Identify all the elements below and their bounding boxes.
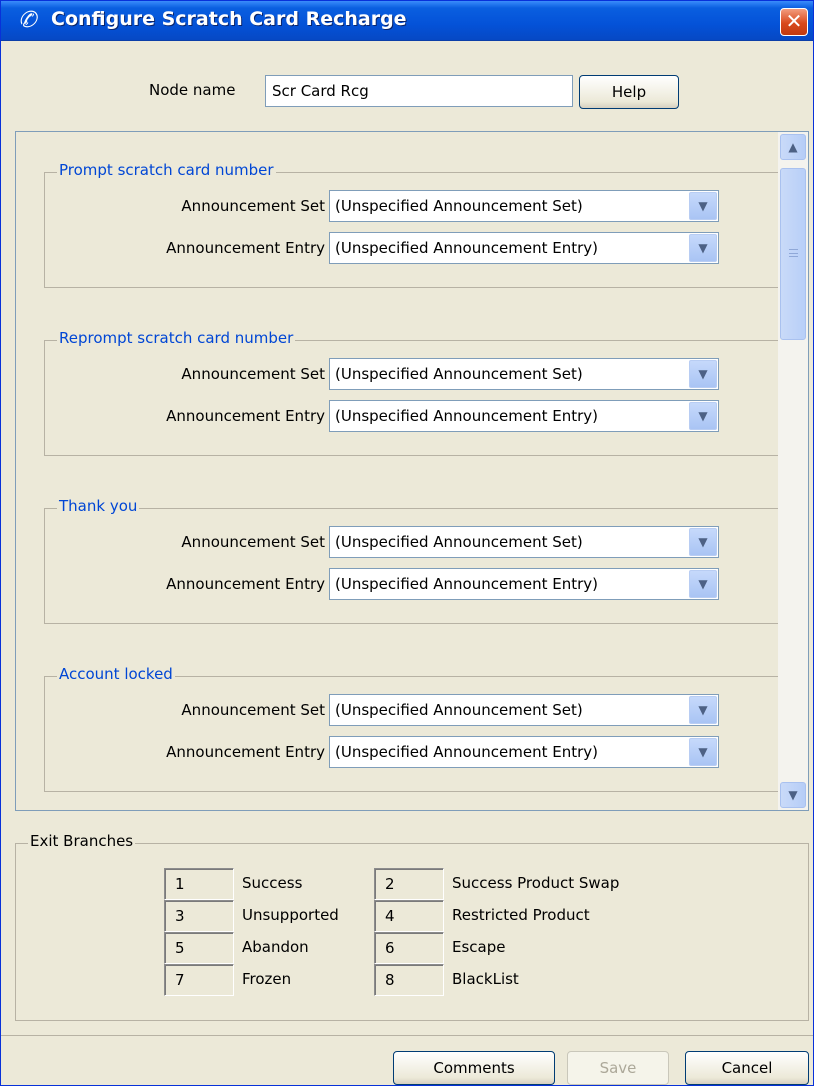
branch-label: Restricted Product [452, 906, 590, 924]
announcement-entry-label: Announcement Entry [166, 743, 325, 761]
announcement-set-value: (Unspecified Announcement Set) [335, 701, 583, 719]
announcement-entry-select[interactable]: (Unspecified Announcement Entry) ▼ [329, 736, 719, 768]
footer-divider [1, 1035, 813, 1036]
chevron-down-icon[interactable]: ▼ [689, 738, 717, 766]
announcement-set-select[interactable]: (Unspecified Announcement Set) ▼ [329, 190, 719, 222]
phone-handset-icon: ✆ [18, 8, 37, 33]
exit-branches-title: Exit Branches [28, 832, 136, 850]
announcement-entry-select[interactable]: (Unspecified Announcement Entry) ▼ [329, 400, 719, 432]
section-title: Thank you [57, 497, 140, 515]
announcement-entry-select[interactable]: (Unspecified Announcement Entry) ▼ [329, 232, 719, 264]
announcement-entry-select[interactable]: (Unspecified Announcement Entry) ▼ [329, 568, 719, 600]
section-title: Reprompt scratch card number [57, 329, 296, 347]
close-icon: ✕ [785, 9, 803, 33]
node-name-input[interactable] [265, 75, 573, 107]
announcement-entry-value: (Unspecified Announcement Entry) [335, 239, 598, 257]
cancel-button[interactable]: Cancel [685, 1051, 809, 1085]
close-button[interactable]: ✕ [780, 8, 808, 36]
branch-number: 3 [164, 900, 234, 932]
chevron-down-icon[interactable]: ▼ [780, 782, 806, 808]
section-prompt-scratch-card-number: Prompt scratch card number Announcement … [44, 161, 784, 288]
chevron-down-icon[interactable]: ▼ [689, 696, 717, 724]
announcements-scroll-pane[interactable]: Prompt scratch card number Announcement … [15, 131, 809, 811]
vertical-scrollbar[interactable]: ▲ ▼ [778, 132, 808, 810]
branch-label: Success Product Swap [452, 874, 620, 892]
help-button[interactable]: Help [579, 75, 679, 109]
announcement-set-label: Announcement Set [181, 701, 325, 719]
save-button[interactable]: Save [567, 1051, 669, 1085]
announcement-entry-label: Announcement Entry [166, 239, 325, 257]
branch-number: 1 [164, 868, 234, 900]
chevron-down-icon[interactable]: ▼ [689, 234, 717, 262]
branch-label: Escape [452, 938, 506, 956]
section-thank-you: Thank you Announcement Set (Unspecified … [44, 497, 784, 624]
announcement-set-value: (Unspecified Announcement Set) [335, 533, 583, 551]
section-account-locked: Account locked Announcement Set (Unspeci… [44, 665, 784, 792]
branch-number: 6 [374, 932, 444, 964]
branch-number: 2 [374, 868, 444, 900]
chevron-down-icon[interactable]: ▼ [689, 192, 717, 220]
branch-number: 8 [374, 964, 444, 996]
branch-label: Success [242, 874, 303, 892]
chevron-down-icon[interactable]: ▼ [689, 360, 717, 388]
chevron-down-icon[interactable]: ▼ [689, 402, 717, 430]
announcement-entry-value: (Unspecified Announcement Entry) [335, 743, 598, 761]
announcement-entry-label: Announcement Entry [166, 407, 325, 425]
branch-label: Abandon [242, 938, 309, 956]
section-title: Prompt scratch card number [57, 161, 276, 179]
comments-button[interactable]: Comments [393, 1051, 555, 1085]
exit-branches-group: Exit Branches 1 Success 2 Success Produc… [15, 832, 809, 1021]
window-title: Configure Scratch Card Recharge [51, 8, 407, 30]
branch-number: 7 [164, 964, 234, 996]
branch-label: Frozen [242, 970, 292, 988]
announcement-entry-label: Announcement Entry [166, 575, 325, 593]
announcement-set-select[interactable]: (Unspecified Announcement Set) ▼ [329, 526, 719, 558]
announcement-set-select[interactable]: (Unspecified Announcement Set) ▼ [329, 358, 719, 390]
section-title: Account locked [57, 665, 175, 683]
node-name-label: Node name [149, 81, 236, 99]
chevron-down-icon[interactable]: ▼ [689, 528, 717, 556]
announcement-set-label: Announcement Set [181, 533, 325, 551]
announcement-entry-value: (Unspecified Announcement Entry) [335, 575, 598, 593]
announcement-entry-value: (Unspecified Announcement Entry) [335, 407, 598, 425]
branch-number: 5 [164, 932, 234, 964]
announcement-set-value: (Unspecified Announcement Set) [335, 365, 583, 383]
announcement-set-label: Announcement Set [181, 365, 325, 383]
title-bar[interactable]: ✆ Configure Scratch Card Recharge ✕ [1, 1, 813, 41]
branch-label: Unsupported [242, 906, 339, 924]
chevron-down-icon[interactable]: ▼ [689, 570, 717, 598]
chevron-up-icon[interactable]: ▲ [780, 134, 806, 160]
dialog-window: ✆ Configure Scratch Card Recharge ✕ Node… [0, 0, 814, 1086]
announcement-set-select[interactable]: (Unspecified Announcement Set) ▼ [329, 694, 719, 726]
announcement-set-value: (Unspecified Announcement Set) [335, 197, 583, 215]
branch-number: 4 [374, 900, 444, 932]
grip-icon [789, 249, 798, 257]
branch-label: BlackList [452, 970, 519, 988]
scrollbar-thumb[interactable] [780, 168, 806, 340]
section-reprompt-scratch-card-number: Reprompt scratch card number Announcemen… [44, 329, 784, 456]
announcement-set-label: Announcement Set [181, 197, 325, 215]
